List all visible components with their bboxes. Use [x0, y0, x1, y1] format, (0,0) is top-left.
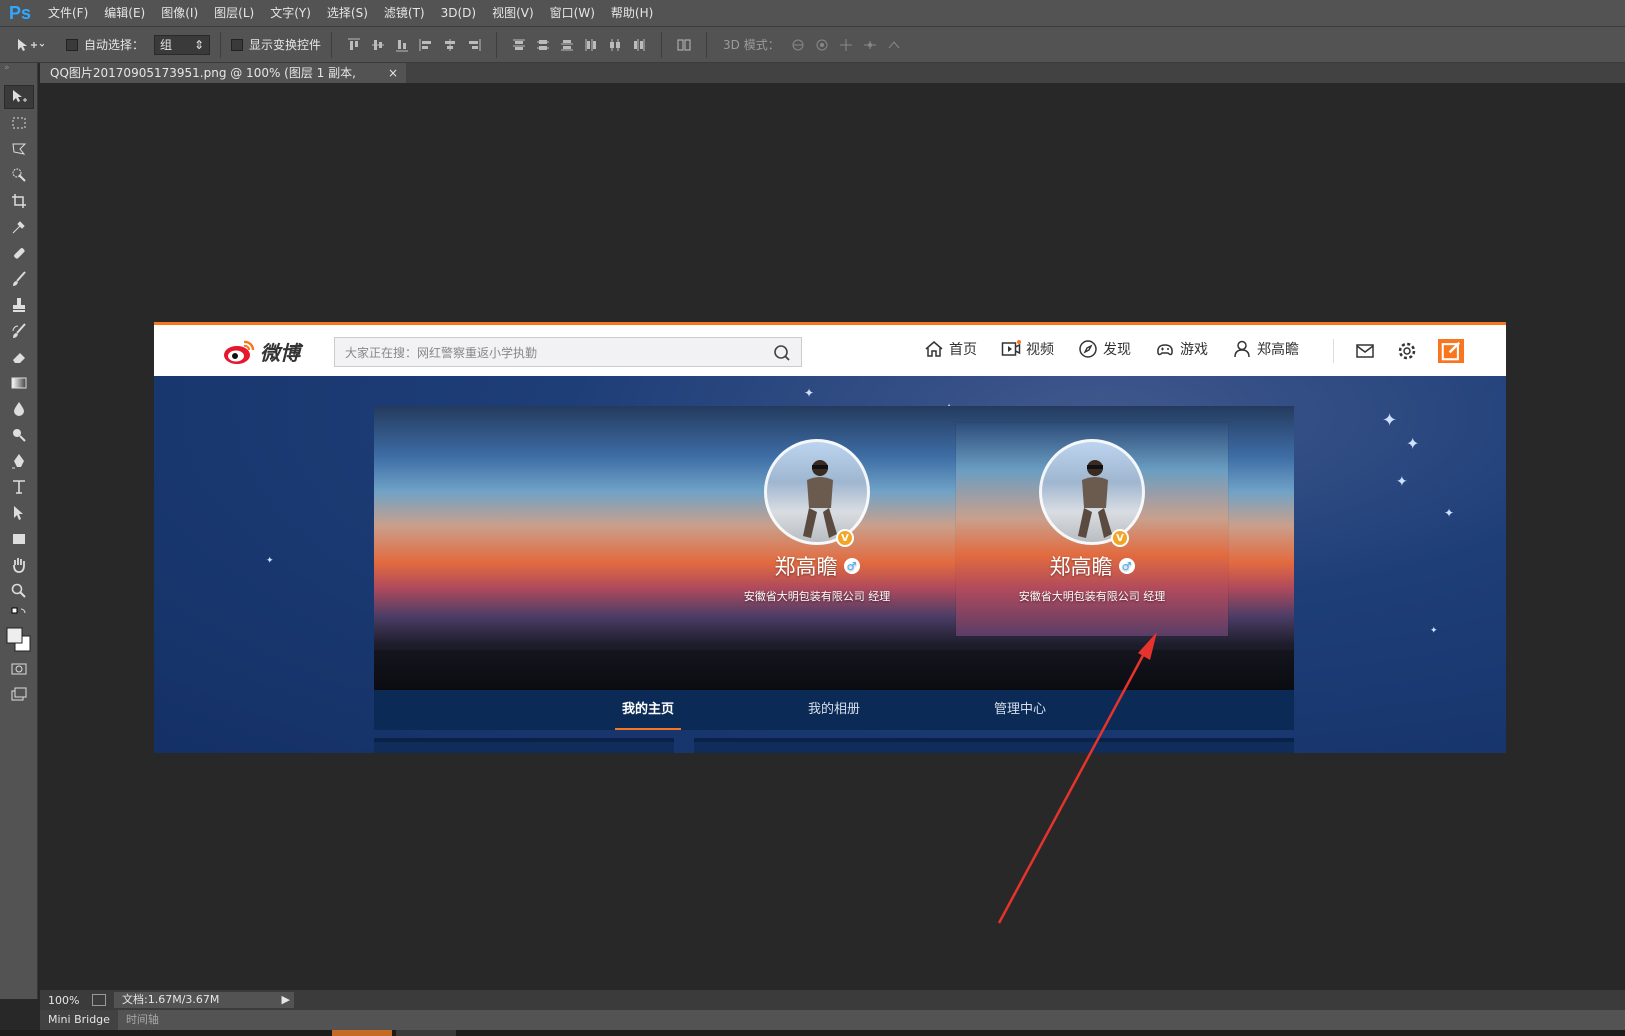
tab-mini-bridge[interactable]: Mini Bridge	[40, 1010, 118, 1030]
zoom-level[interactable]: 100%	[40, 994, 92, 1007]
taskbar-strip	[0, 1030, 1625, 1036]
status-bar: 100% 文档:1.67M/3.67M ▶	[40, 990, 1625, 1010]
bottom-panel-tabs: Mini Bridge 时间轴	[40, 1010, 1625, 1030]
document-info[interactable]: 文档:1.67M/3.67M ▶	[114, 992, 294, 1008]
status-info-icon[interactable]	[92, 994, 106, 1006]
document-size: 文档:1.67M/3.67M	[122, 993, 220, 1006]
annotation-arrow	[997, 632, 1157, 924]
taskbar-item[interactable]	[396, 1030, 456, 1036]
play-arrow-icon[interactable]: ▶	[282, 992, 290, 1008]
taskbar-item[interactable]	[332, 1030, 392, 1036]
tab-timeline[interactable]: 时间轴	[118, 1010, 167, 1030]
